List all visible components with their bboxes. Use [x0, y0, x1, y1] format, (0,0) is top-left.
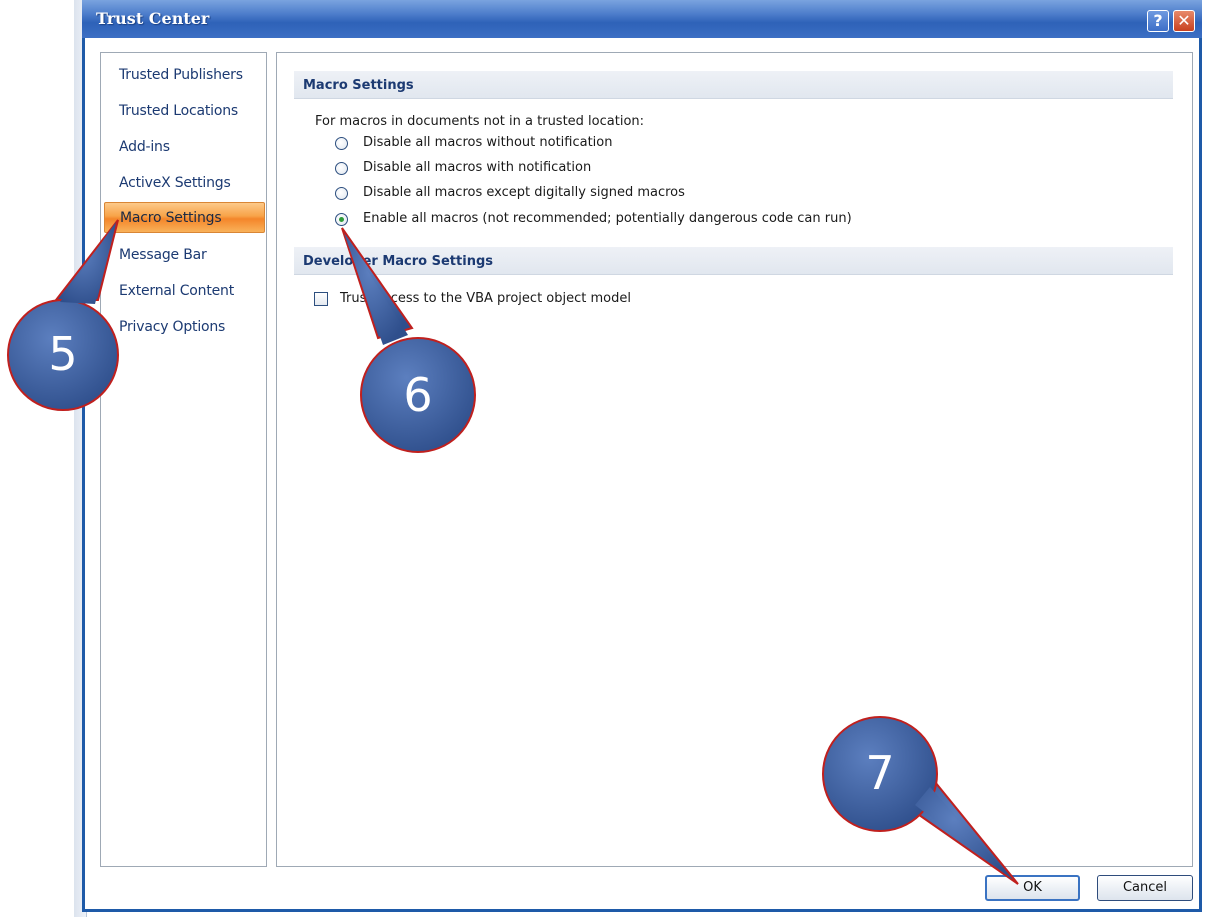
nav-item-trusted-locations[interactable]: Trusted Locations [119, 103, 238, 119]
callout-6-label: 6 [403, 368, 433, 422]
radio-button-selected[interactable] [335, 213, 348, 226]
category-nav: Trusted Publishers Trusted Locations Add… [100, 52, 267, 867]
nav-item-activex-settings[interactable]: ActiveX Settings [119, 175, 231, 191]
radio-button[interactable] [335, 137, 348, 150]
radio-label: Disable all macros except digitally sign… [363, 185, 685, 200]
nav-item-add-ins[interactable]: Add-ins [119, 139, 170, 155]
radio-label: Disable all macros with notification [363, 160, 592, 175]
nav-item-macro-settings[interactable]: Macro Settings [104, 202, 265, 233]
background-area [0, 0, 74, 917]
nav-item-message-bar[interactable]: Message Bar [119, 247, 207, 263]
title-bar: Trust Center [82, 0, 1202, 38]
trust-vba-checkbox[interactable] [314, 292, 328, 306]
radio-button[interactable] [335, 162, 348, 175]
callout-5-label: 5 [48, 327, 78, 381]
nav-item-privacy-options[interactable]: Privacy Options [119, 319, 225, 335]
close-icon[interactable]: ✕ [1173, 10, 1195, 32]
dialog-title: Trust Center [96, 9, 210, 28]
cancel-button[interactable]: Cancel [1097, 875, 1193, 901]
callout-7-label: 7 [865, 746, 895, 800]
radio-label: Disable all macros without notification [363, 135, 613, 150]
radio-button[interactable] [335, 187, 348, 200]
macro-settings-lead: For macros in documents not in a trusted… [315, 114, 645, 129]
help-icon[interactable]: ? [1147, 10, 1169, 32]
ok-button[interactable]: OK [985, 875, 1080, 901]
radio-label: Enable all macros (not recommended; pote… [363, 211, 852, 226]
nav-item-trusted-publishers[interactable]: Trusted Publishers [119, 67, 243, 83]
macro-settings-heading: Macro Settings [294, 71, 1173, 99]
nav-item-external-content[interactable]: External Content [119, 283, 234, 299]
trust-vba-label: Trust access to the VBA project object m… [340, 291, 631, 306]
developer-settings-heading: Developer Macro Settings [294, 247, 1173, 275]
